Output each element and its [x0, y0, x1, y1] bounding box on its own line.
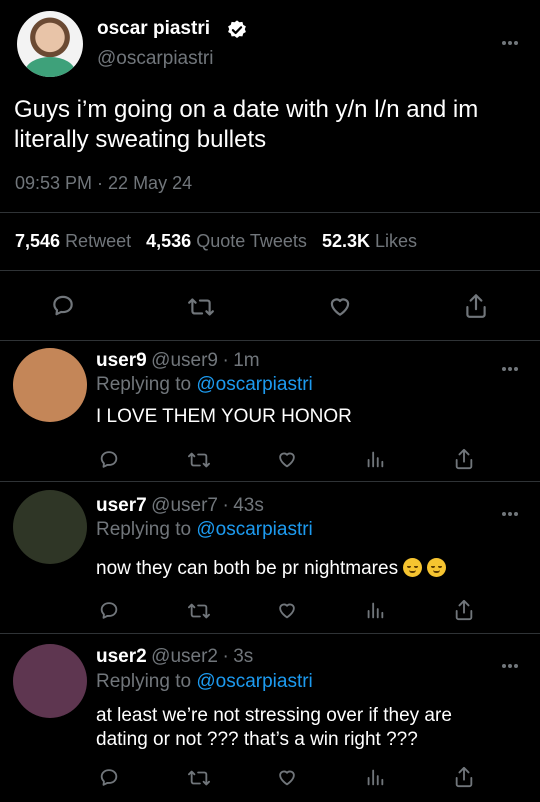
retweet-icon[interactable] [187, 767, 211, 789]
reply-header: user7 @user7 · 43s [96, 495, 264, 517]
retweet-icon[interactable] [187, 449, 211, 471]
reply-text: now they can both be pr nightmares [96, 558, 399, 579]
like-label[interactable]: Likes [375, 231, 417, 251]
retweet-icon[interactable] [187, 294, 215, 320]
avatar[interactable] [13, 644, 87, 718]
meta-separator: · [222, 495, 229, 516]
reply-header: user2 @user2 · 3s [96, 646, 253, 668]
divider [0, 340, 540, 341]
reply-icon[interactable] [50, 292, 76, 318]
reply-header: user9 @user9 · 1m [96, 350, 260, 372]
reply-text-line: dating or not ??? that’s a win right ??? [96, 729, 418, 750]
more-options-icon[interactable] [502, 503, 522, 516]
divider [0, 270, 540, 271]
tweet-text: Guys i’m going on a date with y/n l/n an… [14, 96, 479, 153]
reply-author-handle[interactable]: @user9 [151, 350, 218, 371]
reply-text-line: at least we’re not stressing over if the… [96, 705, 452, 726]
divider [0, 481, 540, 482]
reply-author-name[interactable]: user2 [96, 646, 147, 667]
retweet-label[interactable]: Retweet [65, 231, 131, 251]
share-icon[interactable] [453, 598, 475, 622]
analytics-icon[interactable] [364, 448, 386, 470]
like-icon[interactable] [326, 293, 354, 319]
replying-to-label: Replying to [96, 671, 192, 692]
quote-count[interactable]: 4,536 [146, 231, 191, 251]
meta-separator: · [222, 350, 229, 371]
replying-to-link[interactable]: @oscarpiastri [196, 671, 312, 692]
replying-to-link[interactable]: @oscarpiastri [196, 519, 312, 540]
retweet-count[interactable]: 7,546 [15, 231, 60, 251]
reply-icon[interactable] [98, 448, 120, 470]
author-avatar[interactable] [17, 11, 83, 77]
relieved-face-emoji-icon [427, 558, 447, 577]
divider [0, 633, 540, 634]
reply-text-row: now they can both be pr nightmares [96, 557, 447, 581]
like-icon[interactable] [275, 599, 299, 621]
reply-time[interactable]: 43s [233, 495, 264, 516]
share-icon[interactable] [453, 765, 475, 789]
reply-author-handle[interactable]: @user2 [151, 646, 218, 667]
reply-author-handle[interactable]: @user7 [151, 495, 218, 516]
quote-label[interactable]: Quote Tweets [196, 231, 307, 251]
replying-to-label: Replying to [96, 374, 192, 395]
replying-to-link[interactable]: @oscarpiastri [196, 374, 312, 395]
retweet-icon[interactable] [187, 600, 211, 622]
more-options-icon[interactable] [502, 655, 522, 668]
tweet-timestamp[interactable]: 09:53 PM · 22 May 24 [15, 173, 192, 194]
reply-time[interactable]: 1m [233, 350, 259, 371]
replying-to-label: Replying to [96, 519, 192, 540]
share-icon[interactable] [453, 447, 475, 471]
reply-author-name[interactable]: user7 [96, 495, 147, 516]
like-icon[interactable] [275, 766, 299, 788]
author-name[interactable]: oscar piastri [97, 18, 210, 40]
more-options-icon[interactable] [502, 358, 522, 371]
verified-badge-icon [226, 19, 248, 41]
tweet-stats: 7,546 Retweet 4,536 Quote Tweets 52.3K L… [15, 231, 417, 252]
author-handle[interactable]: @oscarpiastri [97, 48, 213, 70]
replying-to: Replying to @oscarpiastri [96, 374, 313, 396]
analytics-icon[interactable] [364, 766, 386, 788]
analytics-icon[interactable] [364, 599, 386, 621]
reply-icon[interactable] [98, 599, 120, 621]
meta-separator: · [222, 646, 229, 667]
avatar[interactable] [13, 348, 87, 422]
reply-text: at least we’re not stressing over if the… [96, 704, 452, 752]
replying-to: Replying to @oscarpiastri [96, 671, 313, 693]
reply-text: I LOVE THEM YOUR HONOR [96, 406, 352, 427]
replying-to: Replying to @oscarpiastri [96, 519, 313, 541]
like-count[interactable]: 52.3K [322, 231, 370, 251]
divider [0, 212, 540, 213]
relieved-face-emoji-icon [403, 558, 423, 577]
like-icon[interactable] [275, 448, 299, 470]
reply-author-name[interactable]: user9 [96, 350, 147, 371]
reply-icon[interactable] [98, 766, 120, 788]
share-icon[interactable] [463, 292, 489, 320]
reply-time[interactable]: 3s [233, 646, 253, 667]
more-options-icon[interactable] [502, 32, 522, 45]
avatar-shirt [25, 57, 75, 77]
avatar[interactable] [13, 490, 87, 564]
